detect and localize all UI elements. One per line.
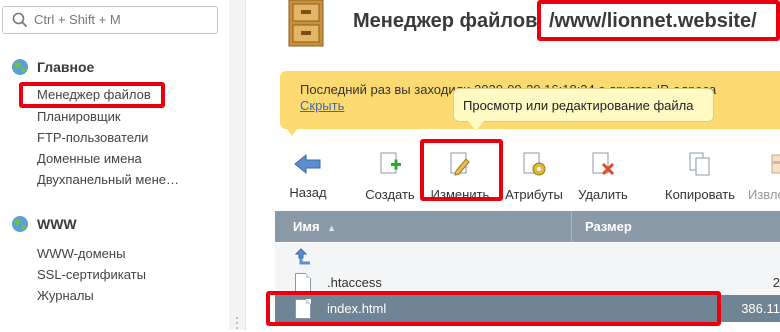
delete-file-icon [592,152,615,176]
copy-button[interactable]: Копировать [662,152,738,202]
column-name-label: Имя [293,219,320,234]
copy-icon [689,152,710,176]
banner-hide-link[interactable]: Скрыть [300,98,344,113]
sidebar-item-dual-panel[interactable]: Двухпанельный мене… [37,172,179,187]
extract-button[interactable]: Извлечь [748,152,780,202]
attributes-gear-icon [523,152,546,176]
extract-archive-icon [771,154,780,174]
sidebar-item-domains[interactable]: Доменные имена [37,151,142,166]
delete-button[interactable]: Удалить [576,152,630,202]
copy-label: Копировать [665,187,735,202]
sidebar-splitter[interactable] [229,0,246,330]
page-title-prefix: Менеджер файлов [353,10,538,32]
highlight-box-path [537,0,780,41]
section-title-main[interactable]: Главное [37,59,94,75]
create-file-icon [380,152,401,174]
file-size: 386.11 [741,301,780,316]
sort-ascending-icon: ▲ [327,223,337,233]
www-globe-icon [12,216,28,232]
highlight-box-edit [420,139,503,201]
delete-label: Удалить [578,187,628,202]
attributes-button[interactable]: Атрибуты [504,152,564,202]
tooltip-text: Просмотр или редактирование файла [463,98,694,113]
sidebar-item-www-domains[interactable]: WWW-домены [37,246,125,261]
sidebar-item-logs[interactable]: Журналы [37,288,94,303]
tooltip-arrow [468,121,484,131]
extract-label: Извлечь [748,187,780,202]
table-row-parent[interactable] [275,243,780,270]
highlight-box-file-manager [19,82,165,108]
sidebar-item-scheduler[interactable]: Планировщик [37,109,121,124]
sidebar-item-ftp-users[interactable]: FTP-пользователи [37,130,148,145]
search-field[interactable]: Ctrl + Shift + M [2,6,218,34]
file-table-header: Имя ▲ Размер [275,211,780,243]
column-divider [571,211,572,242]
attributes-label: Атрибуты [505,187,563,202]
file-icon [295,273,311,293]
back-arrow-icon [294,153,321,175]
column-header-size[interactable]: Размер [585,219,632,234]
sidebar-item-ssl[interactable]: SSL-сертификаты [37,267,146,282]
create-button[interactable]: Создать [362,152,418,202]
file-cabinet-icon [288,0,324,47]
tooltip: Просмотр или редактирование файла [453,88,714,122]
section-title-www[interactable]: WWW [37,216,77,232]
file-name: .htaccess [327,275,382,290]
folder-up-icon [294,248,310,265]
highlight-box-index [266,291,721,326]
file-size: 2 [772,275,780,290]
banner-pointer [286,128,298,136]
back-button[interactable]: Назад [285,152,331,200]
search-icon [12,12,28,28]
create-label: Создать [365,187,415,202]
back-label: Назад [289,185,327,200]
column-header-name[interactable]: Имя ▲ [293,219,336,234]
globe-icon [12,59,28,75]
search-placeholder: Ctrl + Shift + M [34,12,121,27]
